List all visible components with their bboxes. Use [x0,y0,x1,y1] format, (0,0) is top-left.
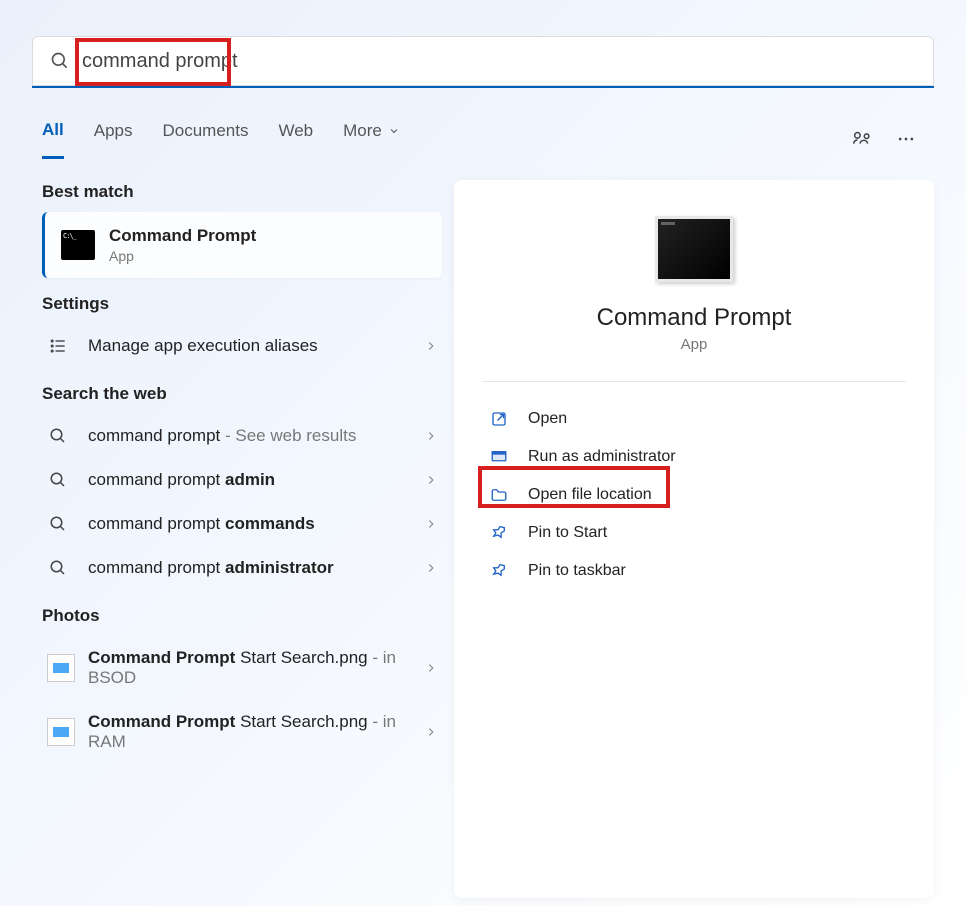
folder-icon [490,486,508,504]
detail-panel: Command Prompt App Open Run as administr… [454,180,934,898]
pin-icon [490,524,508,542]
tab-more[interactable]: More [343,121,400,157]
chevron-right-icon [424,473,438,487]
detail-title: Command Prompt [482,304,906,332]
command-prompt-icon [61,230,95,260]
best-match-name: Command Prompt [109,226,256,246]
divider [482,381,906,382]
web-result-text: command prompt commands [88,514,424,534]
results-column: Best match Command Prompt App Settings M… [42,182,442,764]
web-result[interactable]: command prompt commands [42,502,442,546]
chevron-right-icon [424,339,438,353]
detail-app-icon [655,216,733,282]
more-icon[interactable] [888,121,924,157]
thumbnail-icon [47,718,75,746]
web-result-text: command prompt admin [88,470,424,490]
web-result[interactable]: command prompt admin [42,458,442,502]
action-open-location[interactable]: Open file location [482,476,906,514]
action-label: Run as administrator [528,448,676,466]
search-input[interactable] [82,50,916,73]
filter-tabs: All Apps Documents Web More [42,114,924,164]
photo-result-text: Command Prompt Start Search.png - in BSO… [88,648,424,688]
chevron-right-icon [424,517,438,531]
web-result-text: command prompt - See web results [88,426,424,446]
section-settings: Settings [42,294,442,314]
search-icon [49,515,67,533]
section-best-match: Best match [42,182,442,202]
detail-subtitle: App [482,336,906,353]
action-label: Open [528,410,567,428]
action-label: Open file location [528,486,652,504]
action-label: Pin to Start [528,524,607,542]
web-result[interactable]: command prompt - See web results [42,414,442,458]
list-icon [48,336,68,356]
action-run-admin[interactable]: Run as administrator [482,438,906,476]
best-match-item[interactable]: Command Prompt App [42,212,442,278]
shield-icon [490,448,508,466]
search-icon [49,471,67,489]
chevron-right-icon [424,725,438,739]
settings-row[interactable]: Manage app execution aliases [42,324,442,368]
chevron-right-icon [424,661,438,675]
action-pin-taskbar[interactable]: Pin to taskbar [482,552,906,590]
chevron-right-icon [424,561,438,575]
section-photos: Photos [42,606,442,626]
search-bar[interactable] [32,36,934,88]
section-web: Search the web [42,384,442,404]
tab-documents[interactable]: Documents [162,121,248,157]
chevron-right-icon [424,429,438,443]
photo-result[interactable]: Command Prompt Start Search.png - in RAM [42,700,442,764]
photo-result[interactable]: Command Prompt Start Search.png - in BSO… [42,636,442,700]
settings-row-label: Manage app execution aliases [88,336,424,356]
share-icon[interactable] [844,121,880,157]
tab-all[interactable]: All [42,120,64,159]
search-icon [49,427,67,445]
web-result[interactable]: command prompt administrator [42,546,442,590]
open-icon [490,410,508,428]
thumbnail-icon [47,654,75,682]
photo-result-text: Command Prompt Start Search.png - in RAM [88,712,424,752]
tab-web[interactable]: Web [278,121,313,157]
chevron-down-icon [388,125,400,137]
action-label: Pin to taskbar [528,562,626,580]
search-icon [50,51,70,71]
web-result-text: command prompt administrator [88,558,424,578]
action-pin-start[interactable]: Pin to Start [482,514,906,552]
pin-icon [490,562,508,580]
search-icon [49,559,67,577]
action-open[interactable]: Open [482,400,906,438]
tab-apps[interactable]: Apps [94,121,133,157]
best-match-sub: App [109,248,256,264]
